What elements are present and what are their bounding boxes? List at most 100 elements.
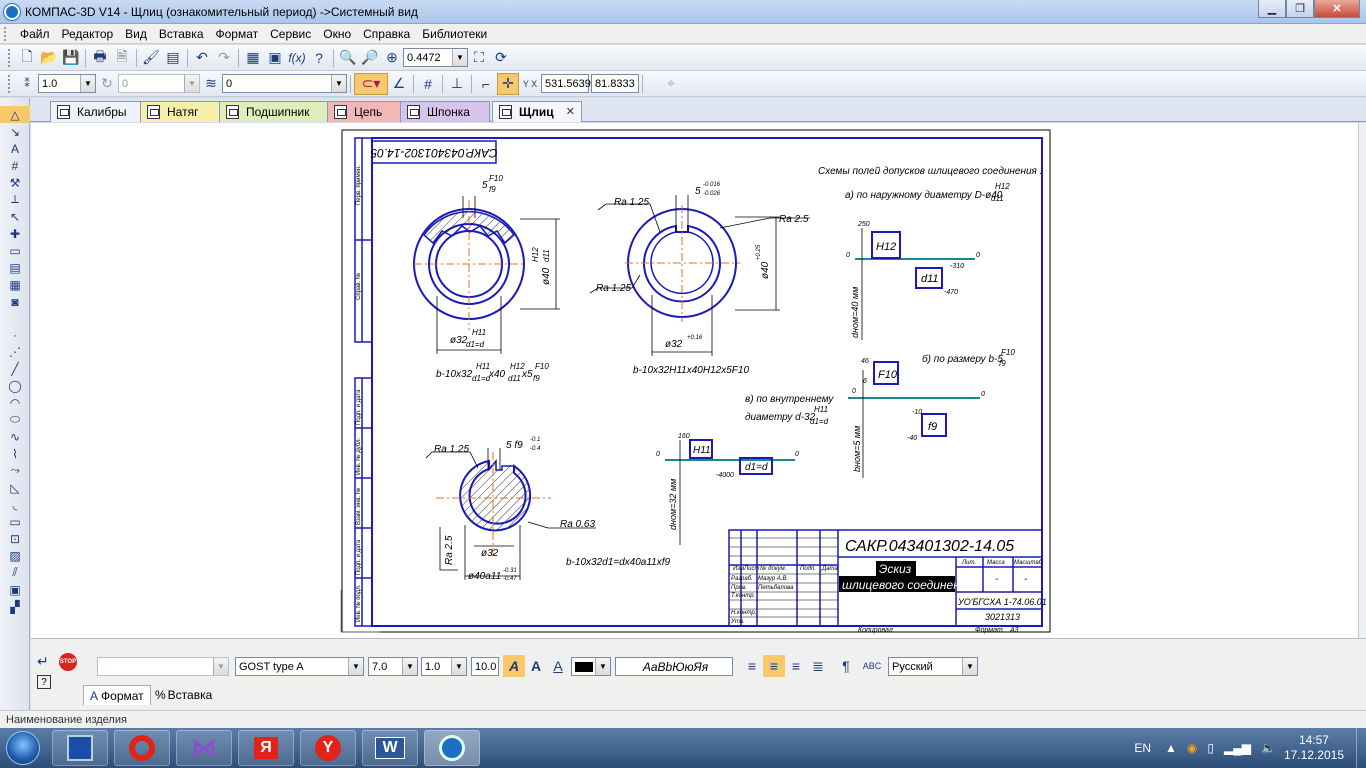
- bold-icon[interactable]: A: [525, 655, 547, 677]
- taskbar-app-yandex-browser[interactable]: Y: [300, 730, 356, 766]
- undo-icon[interactable]: ↶: [191, 47, 213, 69]
- step-icon[interactable]: ⁑: [16, 73, 38, 95]
- maximize-button[interactable]: ❐: [1286, 0, 1314, 18]
- ellipse-icon[interactable]: ⬭: [0, 411, 30, 428]
- font-combo[interactable]: GOST type A ▼: [235, 657, 364, 676]
- language-indicator[interactable]: EN: [1134, 741, 1151, 755]
- zoom-combo[interactable]: 0.4472 ▼: [403, 48, 468, 67]
- dimensions-icon[interactable]: ↘: [0, 123, 30, 140]
- snap-magnet-icon[interactable]: ⊂▾: [354, 72, 388, 95]
- library-icon[interactable]: ▦: [0, 276, 30, 293]
- open-folder-icon[interactable]: 📂: [38, 47, 60, 69]
- fill-icon[interactable]: ▞: [0, 598, 30, 615]
- hatch-icon[interactable]: ▨: [0, 547, 30, 564]
- close-tab-icon[interactable]: ✕: [566, 105, 575, 118]
- fx-icon[interactable]: f(x): [286, 47, 308, 69]
- font-height-combo[interactable]: 7.0 ▼: [368, 657, 418, 676]
- taskbar-app-yandex[interactable]: Я: [238, 730, 294, 766]
- app-tray-icon[interactable]: ◉: [1187, 741, 1197, 755]
- brush-icon[interactable]: 🖌: [140, 47, 162, 69]
- tab-tsep[interactable]: Цепь: [327, 101, 402, 122]
- layers-icon[interactable]: ≋: [200, 73, 222, 95]
- spec-icon[interactable]: ✚: [0, 225, 30, 242]
- equidistant-icon[interactable]: ⫽: [0, 564, 30, 581]
- language-combo[interactable]: Русский ▼: [888, 657, 978, 676]
- enter-icon[interactable]: ↵: [37, 653, 49, 670]
- coord-y-field[interactable]: 81.8333: [591, 74, 639, 93]
- new-document-icon[interactable]: 🗋: [16, 47, 38, 69]
- paragraph-icon[interactable]: ¶: [835, 655, 857, 677]
- toolbar-grip[interactable]: [8, 74, 12, 93]
- show-desktop-button[interactable]: [1356, 728, 1366, 768]
- align-left-icon[interactable]: ≡: [741, 655, 763, 677]
- circle-icon[interactable]: ◯: [0, 377, 30, 394]
- menu-service[interactable]: Сервис: [264, 27, 317, 41]
- snap-cursor-icon[interactable]: ✛: [497, 72, 519, 95]
- taskbar-app-opera[interactable]: [114, 730, 170, 766]
- clock[interactable]: 14:57 17.12.2015: [1284, 733, 1344, 763]
- minimize-button[interactable]: ▁: [1258, 0, 1286, 18]
- menu-insert[interactable]: Вставка: [153, 27, 210, 41]
- menu-window[interactable]: Окно: [317, 27, 357, 41]
- polyline-icon[interactable]: ⌇: [0, 445, 30, 462]
- fragment-icon[interactable]: ▤: [0, 259, 30, 276]
- help-pointer-icon[interactable]: ?: [308, 47, 330, 69]
- menu-view[interactable]: Вид: [119, 27, 153, 41]
- break-icon[interactable]: ▣: [0, 581, 30, 598]
- tab-shponka[interactable]: Шпонка: [400, 101, 490, 122]
- manager-icon[interactable]: ▦: [242, 47, 264, 69]
- print-icon[interactable]: 🖶: [89, 47, 111, 69]
- color-combo[interactable]: ▼: [571, 657, 611, 676]
- rectangle-icon[interactable]: ▭: [0, 513, 30, 530]
- angle-icon[interactable]: ↻: [96, 73, 118, 95]
- angle-combo[interactable]: 0 ▼: [118, 74, 200, 93]
- kompas-app-icon[interactable]: [4, 3, 20, 20]
- align-center-icon[interactable]: ≡: [763, 655, 785, 677]
- spellcheck-icon[interactable]: ABC: [861, 655, 883, 677]
- save-icon[interactable]: 💾: [60, 47, 82, 69]
- select-icon[interactable]: ↖: [0, 208, 30, 225]
- chevron-down-icon[interactable]: ▼: [962, 658, 977, 675]
- text-style-combo[interactable]: ▼: [97, 657, 229, 676]
- vertical-scrollbar[interactable]: [1358, 123, 1366, 638]
- local-cs-icon[interactable]: ⊥: [446, 73, 468, 95]
- network-icon[interactable]: ▂▄▆: [1224, 741, 1251, 755]
- aux-line-icon[interactable]: ⋰: [0, 343, 30, 360]
- taskbar-app-vs[interactable]: ⋈: [176, 730, 232, 766]
- view-icon[interactable]: ◙: [0, 293, 30, 310]
- menu-libraries[interactable]: Библиотеки: [416, 27, 493, 41]
- chevron-down-icon[interactable]: ▼: [348, 658, 363, 675]
- chamfer-icon[interactable]: ◺: [0, 479, 30, 496]
- show-hidden-icon[interactable]: ▲: [1165, 741, 1177, 755]
- zoom-pan-icon[interactable]: 🔎: [359, 47, 381, 69]
- tab-kalibry[interactable]: Калибры: [50, 101, 152, 122]
- chevron-down-icon[interactable]: ▼: [80, 75, 95, 92]
- annotation-icon[interactable]: A: [0, 140, 30, 157]
- stop-icon[interactable]: STOP: [59, 653, 77, 671]
- properties-icon[interactable]: ▤: [162, 47, 184, 69]
- italic-icon[interactable]: A: [503, 655, 525, 677]
- step-field[interactable]: 10.0: [471, 657, 499, 676]
- menu-help[interactable]: Справка: [357, 27, 416, 41]
- chevron-down-icon[interactable]: ▼: [595, 658, 610, 675]
- step-combo[interactable]: 1.0 ▼: [38, 74, 96, 93]
- fillet-icon[interactable]: ◟: [0, 496, 30, 513]
- tab-natyag[interactable]: Натяг: [140, 101, 228, 122]
- zoom-window-icon[interactable]: 🔍: [337, 47, 359, 69]
- taskbar-app-kompas[interactable]: [424, 730, 480, 766]
- chevron-down-icon[interactable]: ▼: [452, 49, 467, 66]
- geometry-icon[interactable]: △: [0, 106, 30, 123]
- close-button[interactable]: ✕: [1314, 0, 1360, 18]
- refresh-icon[interactable]: ⟳: [490, 47, 512, 69]
- align-right-icon[interactable]: ≡: [785, 655, 807, 677]
- taskbar-app-save[interactable]: [52, 730, 108, 766]
- show-all-icon[interactable]: ⛶: [468, 47, 490, 69]
- tab-insert[interactable]: % Вставка: [151, 685, 216, 705]
- battery-icon[interactable]: ▯: [1207, 741, 1214, 755]
- tab-format[interactable]: A Формат: [83, 685, 151, 705]
- taskbar-app-word[interactable]: W: [362, 730, 418, 766]
- help-icon[interactable]: ?: [37, 675, 51, 689]
- grid-icon[interactable]: #: [417, 73, 439, 95]
- tab-shlits[interactable]: Щлиц ✕: [492, 101, 582, 122]
- contour-icon[interactable]: ⊡: [0, 530, 30, 547]
